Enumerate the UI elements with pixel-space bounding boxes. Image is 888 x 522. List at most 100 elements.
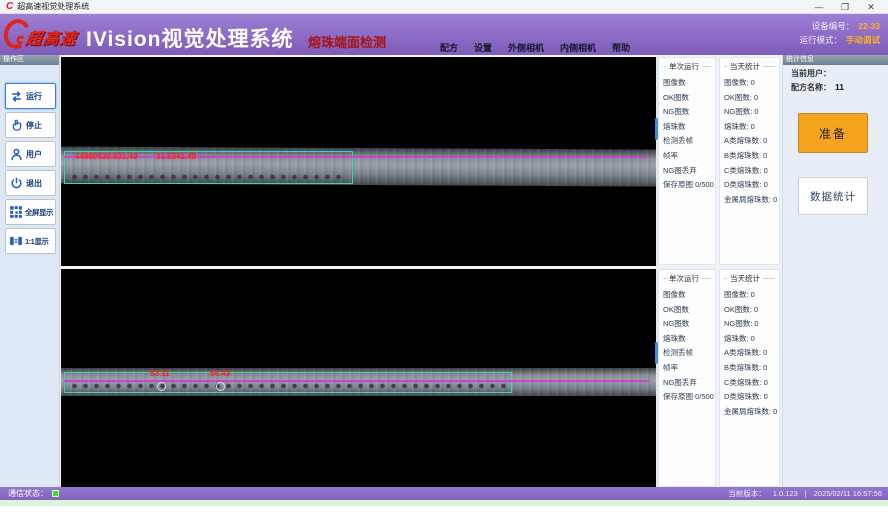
menu-outer-camera[interactable]: 外侧相机 xyxy=(508,41,544,54)
comm-status-indicator xyxy=(52,490,59,497)
one-to-one-button-label: 1:1显示 xyxy=(25,236,48,247)
stat-row: OK图数 xyxy=(663,303,711,318)
prepare-button[interactable]: 准备 xyxy=(798,113,868,153)
single-run-title: 单次运行 xyxy=(669,273,699,284)
stat-row: B类熔珠数: 0 xyxy=(724,361,775,376)
camera-2-bead-marker xyxy=(216,382,225,391)
device-id-value: 22-33 xyxy=(858,19,880,33)
stat-row: C类熔珠数: 0 xyxy=(724,376,775,391)
camera-2-detection-box xyxy=(64,372,512,393)
main-menu: 配方 设置 外侧相机 内侧相机 帮助 xyxy=(440,41,630,54)
camera-1-daily-stats: 当天统计 图像数: 0OK图数: 0NG图数: 0熔珠数: 0A类熔珠数: 0B… xyxy=(719,57,780,265)
stat-row: D类熔珠数: 0 xyxy=(724,178,775,193)
power-icon xyxy=(9,176,24,191)
stat-row: 帧率 xyxy=(663,361,711,376)
camera-2-edge-line xyxy=(64,380,649,382)
exit-button-label: 退出 xyxy=(26,178,42,189)
stat-row: 图像数 xyxy=(663,76,711,91)
current-user-label: 当前用户： xyxy=(791,68,831,79)
camera-1-measurement-label: 31.5341.49 xyxy=(156,152,196,161)
stat-row: NG图丢弃 xyxy=(663,164,711,179)
datetime-value: 2025/02/11 16:57:56 xyxy=(814,489,882,498)
camera-1-measurement-label: 44980539.831.49 xyxy=(75,152,137,161)
maximize-icon[interactable]: ❐ xyxy=(832,0,858,14)
daily-stats-rows: 图像数: 0OK图数: 0NG图数: 0熔珠数: 0A类熔珠数: 0B类熔珠数:… xyxy=(724,76,775,207)
device-id-label: 设备编号： xyxy=(812,19,855,33)
camera-2-measurement-label: 53.11 xyxy=(150,369,170,378)
daily-stats-title: 当天统计 xyxy=(730,273,760,284)
statistics-info-panel: 统计信息 当前用户： 配方名称： 11 准备 数据统计 xyxy=(782,55,888,487)
stat-row: 保存原图 0/500 xyxy=(663,390,711,405)
operation-sidebar: 操作区 运行 停止 用户 退出 xyxy=(0,55,60,487)
stat-row: D类熔珠数: 0 xyxy=(724,390,775,405)
one-to-one-button[interactable]: 1:1显示 xyxy=(5,228,56,254)
version-value: 1.0.123 xyxy=(773,489,798,498)
recipe-name-value: 11 xyxy=(835,82,844,93)
os-titlebar: C 超高速视觉处理系统 — ❐ ✕ xyxy=(0,0,888,14)
fullscreen-button[interactable]: 全屏显示 xyxy=(5,199,56,225)
menu-recipe[interactable]: 配方 xyxy=(440,41,458,54)
camera-1-edge-line xyxy=(64,156,647,158)
stat-row: OK图数 xyxy=(663,91,711,106)
app-icon: C xyxy=(6,2,13,12)
menu-help[interactable]: 帮助 xyxy=(612,41,630,54)
run-button[interactable]: 运行 xyxy=(5,83,56,109)
stat-row: NG图数 xyxy=(663,105,711,120)
close-icon[interactable]: ✕ xyxy=(858,0,884,14)
run-button-label: 运行 xyxy=(26,91,42,102)
stat-row: 保存原图 0/500 xyxy=(663,178,711,193)
status-bar: 通信状态： 当前版本： 1.0.123 | 2025/02/11 16:57:5… xyxy=(0,487,888,500)
run-mode-label: 运行模式： xyxy=(799,33,842,47)
brand-name: 超高速 xyxy=(24,25,78,49)
app-window: C 超高速视觉处理系统 — ❐ ✕ 超高速 IVision视觉处理系统 熔珠端面… xyxy=(0,0,888,522)
stat-row: 熔珠数: 0 xyxy=(724,332,775,347)
camera-2-view: 53.11 56.43 xyxy=(61,269,656,487)
single-run-title: 单次运行 xyxy=(669,61,699,72)
comm-status-label: 通信状态： xyxy=(8,488,48,499)
minimize-icon[interactable]: — xyxy=(806,0,832,14)
app-title: IVision视觉处理系统 xyxy=(86,23,293,53)
stat-row: 图像数: 0 xyxy=(724,76,775,91)
stat-row: C类熔珠数: 0 xyxy=(724,164,775,179)
stop-button[interactable]: 停止 xyxy=(5,112,56,138)
status-separator: | xyxy=(805,489,807,498)
stat-row: 图像数: 0 xyxy=(724,288,775,303)
camera-2-bead-marker xyxy=(157,382,166,391)
fullscreen-grid-icon xyxy=(9,205,23,219)
menu-settings[interactable]: 设置 xyxy=(474,41,492,54)
device-info: 设备编号： 22-33 运行模式： 手动调试 xyxy=(799,19,880,47)
stat-row: 熔珠数 xyxy=(663,332,711,347)
stat-row: B类熔珠数: 0 xyxy=(724,149,775,164)
camera-2-measurement-label: 56.43 xyxy=(210,369,230,378)
stat-row: NG图数: 0 xyxy=(724,317,775,332)
version-label: 当前版本： xyxy=(728,488,766,499)
daily-stats-rows: 图像数: 0OK图数: 0NG图数: 0熔珠数: 0A类熔珠数: 0B类熔珠数:… xyxy=(724,288,775,419)
window-title: 超高速视觉处理系统 xyxy=(17,1,89,12)
daily-stats-title: 当天统计 xyxy=(730,61,760,72)
single-run-rows: 图像数OK图数NG图数熔珠数检测丢帧帧率NG图丢弃保存原图 0/500 xyxy=(663,76,711,193)
single-run-rows: 图像数OK图数NG图数熔珠数检测丢帧帧率NG图丢弃保存原图 0/500 xyxy=(663,288,711,405)
stat-row: 熔珠数 xyxy=(663,120,711,135)
user-icon xyxy=(9,147,24,162)
stat-row: 图像数 xyxy=(663,288,711,303)
recipe-name-label: 配方名称： xyxy=(791,82,831,93)
camera-2-daily-stats: 当天统计 图像数: 0OK图数: 0NG图数: 0熔珠数: 0A类熔珠数: 0B… xyxy=(719,269,780,487)
fullscreen-button-label: 全屏显示 xyxy=(25,207,53,218)
data-statistics-button[interactable]: 数据统计 xyxy=(798,177,868,215)
camera-1-view: 44980539.831.49 31.5341.49 xyxy=(61,57,656,266)
stat-row: 熔珠数: 0 xyxy=(724,120,775,135)
menu-inner-camera[interactable]: 内侧相机 xyxy=(560,41,596,54)
stat-row: NG图数: 0 xyxy=(724,105,775,120)
inspection-mode-title: 熔珠端面检测 xyxy=(308,32,386,51)
exit-button[interactable]: 退出 xyxy=(5,170,56,196)
status-bar-right: 当前版本： 1.0.123 | 2025/02/11 16:57:56 xyxy=(728,488,882,499)
run-icon xyxy=(9,89,24,104)
camera-2-single-run-stats: 单次运行 图像数OK图数NG图数熔珠数检测丢帧帧率NG图丢弃保存原图 0/500 xyxy=(658,269,716,487)
one-to-one-icon xyxy=(9,234,23,248)
footer-strip xyxy=(0,500,888,506)
user-button[interactable]: 用户 xyxy=(5,141,56,167)
stat-row: NG图丢弃 xyxy=(663,376,711,391)
user-button-label: 用户 xyxy=(26,149,42,160)
app-header: 超高速 IVision视觉处理系统 熔珠端面检测 配方 设置 外侧相机 内侧相机… xyxy=(0,14,888,55)
stat-row: NG图数 xyxy=(663,317,711,332)
